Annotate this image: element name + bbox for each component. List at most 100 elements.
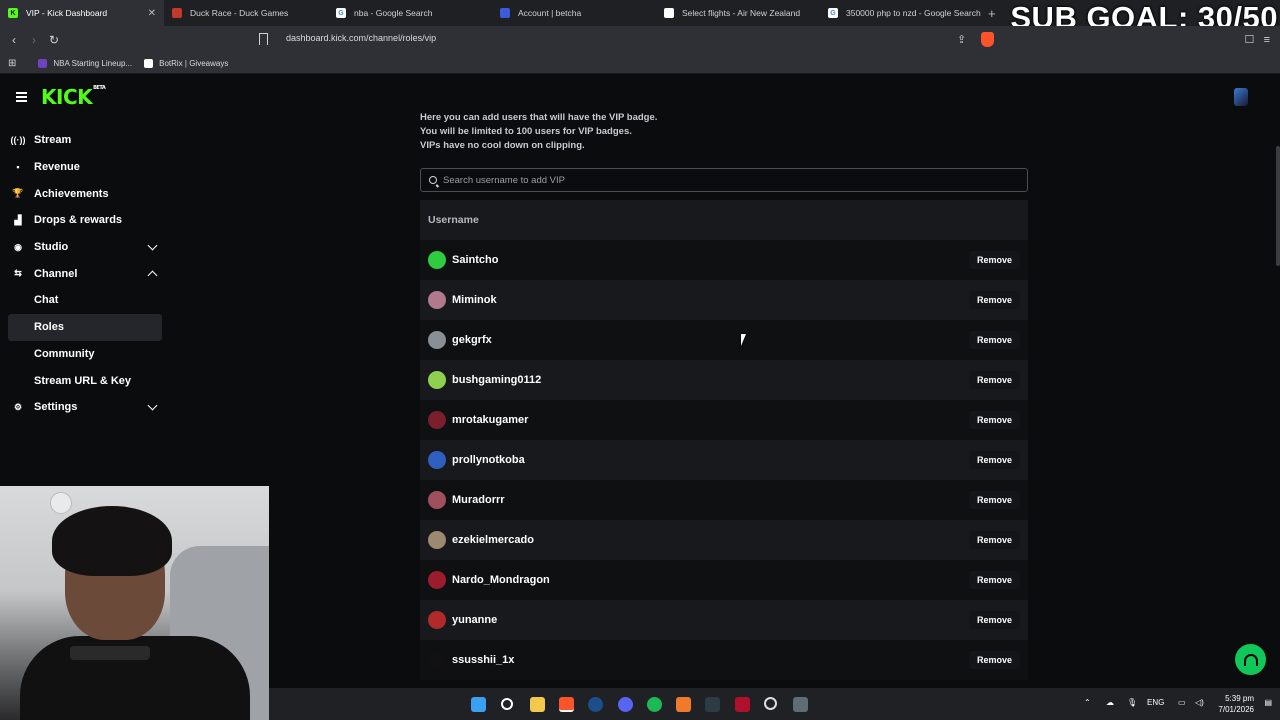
tab-title: Select flights - Air New Zealand bbox=[682, 8, 801, 18]
remove-vip-button[interactable]: Remove bbox=[968, 451, 1020, 469]
tab-favicon-icon: G bbox=[336, 8, 346, 18]
calculator-icon[interactable] bbox=[793, 697, 808, 712]
mouse-cursor bbox=[741, 334, 751, 346]
sidebar-item-channel[interactable]: ⇆ Channel bbox=[8, 260, 162, 287]
brave-icon[interactable] bbox=[559, 697, 574, 712]
trophy-icon: 🏆 bbox=[12, 188, 24, 199]
vip-username[interactable]: mrotakugamer bbox=[452, 414, 528, 426]
sidebar-item-community[interactable]: Community bbox=[8, 341, 162, 368]
terminal-icon[interactable] bbox=[705, 697, 720, 712]
forward-icon[interactable]: › bbox=[24, 33, 44, 47]
network-icon[interactable]: ▭ bbox=[1178, 698, 1186, 707]
address-bar: ‹ › ↻ dashboard.kick.com/channel/roles/v… bbox=[0, 26, 1280, 54]
sidebar-item-drops-rewards[interactable]: ▟ Drops & rewards bbox=[8, 207, 162, 234]
settings-app-icon[interactable] bbox=[764, 697, 777, 710]
sidebar-item-achievements[interactable]: 🏆 Achievements bbox=[8, 180, 162, 207]
hamburger-menu-icon[interactable] bbox=[16, 92, 27, 104]
vip-username[interactable]: prollynotkoba bbox=[452, 454, 525, 466]
vip-username[interactable]: yunanne bbox=[452, 614, 497, 626]
wallet-icon: ▪ bbox=[16, 162, 20, 173]
vip-username[interactable]: ezekielmercado bbox=[452, 534, 534, 546]
browser-tab[interactable]: Duck Race - Duck Games bbox=[164, 0, 328, 26]
volume-icon[interactable]: ◁) bbox=[1195, 698, 1204, 707]
language-indicator[interactable]: ENG bbox=[1147, 698, 1164, 707]
system-clock[interactable]: 5:39 pm 7/01/2026 bbox=[1218, 693, 1254, 715]
vip-username[interactable]: ssusshii_1x bbox=[452, 654, 514, 666]
tab-title: Duck Race - Duck Games bbox=[190, 8, 289, 18]
url-field[interactable]: dashboard.kick.com/channel/roles/vip bbox=[286, 33, 436, 43]
sidebar-item-label: Chat bbox=[34, 294, 59, 307]
vip-username[interactable]: bushgaming0112 bbox=[452, 374, 541, 386]
vip-username[interactable]: Muradorrr bbox=[452, 494, 505, 506]
user-avatar[interactable] bbox=[1234, 88, 1248, 106]
sidebar-item-settings[interactable]: ⚙ Settings bbox=[8, 394, 162, 421]
new-tab-button[interactable]: + bbox=[988, 6, 996, 21]
remove-vip-button[interactable]: Remove bbox=[968, 611, 1020, 629]
search-taskbar-icon[interactable] bbox=[501, 698, 513, 710]
table-row: ssusshii_1x Remove bbox=[420, 640, 1028, 680]
vip-username[interactable]: Miminok bbox=[452, 294, 497, 306]
sidebar-item-roles[interactable]: Roles bbox=[8, 313, 162, 341]
bookmark-icon[interactable] bbox=[259, 33, 268, 45]
sidebar-item-stream-url-key[interactable]: Stream URL & Key bbox=[8, 367, 162, 394]
file-explorer-icon[interactable] bbox=[530, 697, 545, 712]
sidebar-item-chat[interactable]: Chat bbox=[8, 287, 162, 314]
chevron-down-icon[interactable] bbox=[147, 400, 158, 411]
bookmark-item[interactable]: BotRix | Giveaways bbox=[144, 59, 228, 68]
sidebar-item-label: Community bbox=[34, 347, 95, 360]
app-orange-icon[interactable] bbox=[676, 697, 691, 712]
vip-username[interactable]: Nardo_Mondragon bbox=[452, 574, 550, 586]
sidebar-item-label: Settings bbox=[34, 401, 78, 414]
avatar bbox=[428, 371, 446, 389]
page-scrollbar[interactable] bbox=[1276, 146, 1280, 266]
tab-title: VIP - Kick Dashboard bbox=[26, 8, 108, 18]
avatar bbox=[428, 531, 446, 549]
menu-icon[interactable]: ☐ ≡ bbox=[1245, 33, 1270, 46]
support-chat-button[interactable] bbox=[1235, 644, 1266, 675]
steam-icon[interactable] bbox=[588, 697, 603, 712]
sidebar-item-revenue[interactable]: ▪ Revenue bbox=[8, 154, 162, 181]
tray-chevron-icon[interactable]: ⌃ bbox=[1084, 698, 1091, 707]
remove-vip-button[interactable]: Remove bbox=[968, 571, 1020, 589]
vip-username[interactable]: Saintcho bbox=[452, 254, 498, 266]
bookmarks-bar: ⊞ NBA Starting Lineup... BotRix | Giveawa… bbox=[0, 54, 1280, 74]
vip-search-box[interactable] bbox=[420, 168, 1028, 192]
discord-icon[interactable] bbox=[618, 697, 633, 712]
browser-tab[interactable]: K VIP - Kick Dashboard ✕ bbox=[0, 0, 164, 26]
remove-vip-button[interactable]: Remove bbox=[968, 411, 1020, 429]
browser-tab[interactable]: Account | betcha bbox=[492, 0, 656, 26]
table-row: prollynotkoba Remove bbox=[420, 440, 1028, 480]
close-tab-icon[interactable]: ✕ bbox=[148, 8, 156, 19]
kick-logo[interactable]: KICKBETA bbox=[41, 85, 106, 109]
onedrive-icon[interactable]: ☁ bbox=[1106, 698, 1114, 707]
remove-vip-button[interactable]: Remove bbox=[968, 491, 1020, 509]
remove-vip-button[interactable]: Remove bbox=[968, 371, 1020, 389]
vip-username[interactable]: gekgrfx bbox=[452, 334, 492, 346]
notification-icon[interactable]: ▤ bbox=[1264, 698, 1272, 707]
remove-vip-button[interactable]: Remove bbox=[968, 291, 1020, 309]
sidebar-item-stream[interactable]: ((·)) Stream bbox=[8, 127, 162, 154]
back-icon[interactable]: ‹ bbox=[4, 33, 24, 47]
browser-tab[interactable]: Gnba - Google Search bbox=[328, 0, 492, 26]
sidebar-item-studio[interactable]: ◉ Studio bbox=[8, 234, 162, 261]
vip-search-input[interactable] bbox=[443, 174, 1003, 186]
reload-icon[interactable]: ↻ bbox=[44, 33, 64, 47]
apps-grid-icon[interactable]: ⊞ bbox=[8, 58, 16, 69]
remove-vip-button[interactable]: Remove bbox=[968, 651, 1020, 669]
browser-tab[interactable]: G 350000 php to nzd - Google Search bbox=[820, 0, 984, 26]
share-icon[interactable]: ⇪ bbox=[957, 33, 966, 46]
chevron-up-icon[interactable] bbox=[147, 270, 158, 281]
start-icon[interactable] bbox=[471, 697, 486, 712]
remove-vip-button[interactable]: Remove bbox=[968, 531, 1020, 549]
remove-vip-button[interactable]: Remove bbox=[968, 331, 1020, 349]
table-row: gekgrfx Remove bbox=[420, 320, 1028, 360]
chevron-down-icon[interactable] bbox=[147, 240, 158, 251]
spotify-icon[interactable] bbox=[647, 697, 662, 712]
brave-shields-icon[interactable] bbox=[981, 32, 994, 47]
headset-icon bbox=[1243, 653, 1258, 666]
bookmark-item[interactable]: NBA Starting Lineup... bbox=[38, 59, 132, 68]
browser-tab[interactable]: Select flights - Air New Zealand bbox=[656, 0, 820, 26]
remove-vip-button[interactable]: Remove bbox=[968, 251, 1020, 269]
kick-app-icon[interactable] bbox=[735, 697, 750, 712]
mic-icon[interactable]: 🎙 bbox=[1127, 698, 1137, 707]
